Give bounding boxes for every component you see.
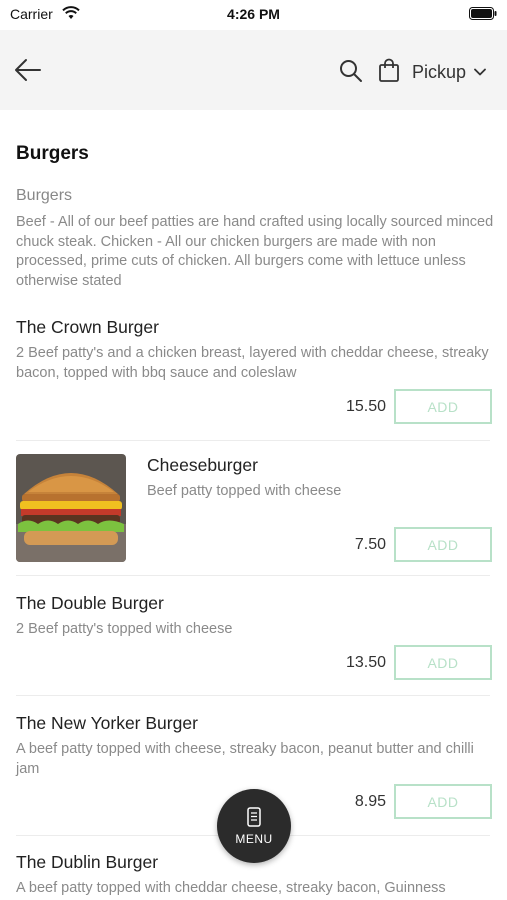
status-time: 4:26 PM	[227, 6, 280, 22]
item-description: 2 Beef patty's and a chicken breast, lay…	[16, 345, 489, 381]
category-description: Beef - All of our beef patties are hand …	[16, 214, 494, 289]
pickup-label: Pickup	[412, 61, 467, 82]
shopping-bag-icon[interactable]	[378, 58, 400, 82]
chevron-down-icon	[474, 68, 486, 76]
menu-content[interactable]: Burgers Burgers Beef - All of our beef p…	[0, 110, 507, 900]
item-description: Beef patty topped with cheese	[147, 483, 342, 499]
battery-icon	[469, 7, 497, 20]
menu-label: MENU	[235, 831, 273, 846]
item-description: A beef patty topped with cheddar cheese,…	[16, 880, 446, 896]
nav-bar: Pickup	[0, 30, 507, 110]
item-title[interactable]: The Dublin Burger	[16, 852, 158, 873]
item-price: 8.95	[354, 793, 386, 810]
back-arrow-icon[interactable]	[12, 56, 44, 84]
add-button[interactable]: ADD	[394, 784, 492, 819]
item-title[interactable]: The Double Burger	[16, 593, 164, 614]
item-price: 13.50	[345, 654, 386, 671]
item-title[interactable]: The Crown Burger	[16, 317, 159, 338]
search-icon[interactable]	[338, 58, 364, 84]
add-button[interactable]: ADD	[394, 527, 492, 562]
divider	[16, 440, 490, 441]
menu-book-icon	[247, 806, 261, 827]
divider	[16, 695, 490, 696]
category-name: Burgers	[16, 187, 73, 204]
item-price: 15.50	[345, 398, 386, 415]
add-button[interactable]: ADD	[394, 389, 492, 424]
pickup-dropdown[interactable]: Pickup	[412, 60, 486, 84]
menu-button[interactable]: MENU	[217, 789, 291, 863]
item-title[interactable]: The New Yorker Burger	[16, 713, 198, 734]
add-button[interactable]: ADD	[394, 645, 492, 680]
item-title[interactable]: Cheeseburger	[147, 455, 258, 476]
item-price: 7.50	[354, 536, 386, 553]
section-title: Burgers	[16, 143, 89, 164]
item-description: 2 Beef patty's topped with cheese	[16, 621, 233, 637]
burger-illustration	[16, 454, 126, 562]
item-description: A beef patty topped with cheese, streaky…	[16, 741, 474, 777]
divider	[16, 575, 490, 576]
status-bar: Carrier 4:26 PM	[0, 0, 507, 30]
cheeseburger-image[interactable]	[16, 454, 126, 562]
